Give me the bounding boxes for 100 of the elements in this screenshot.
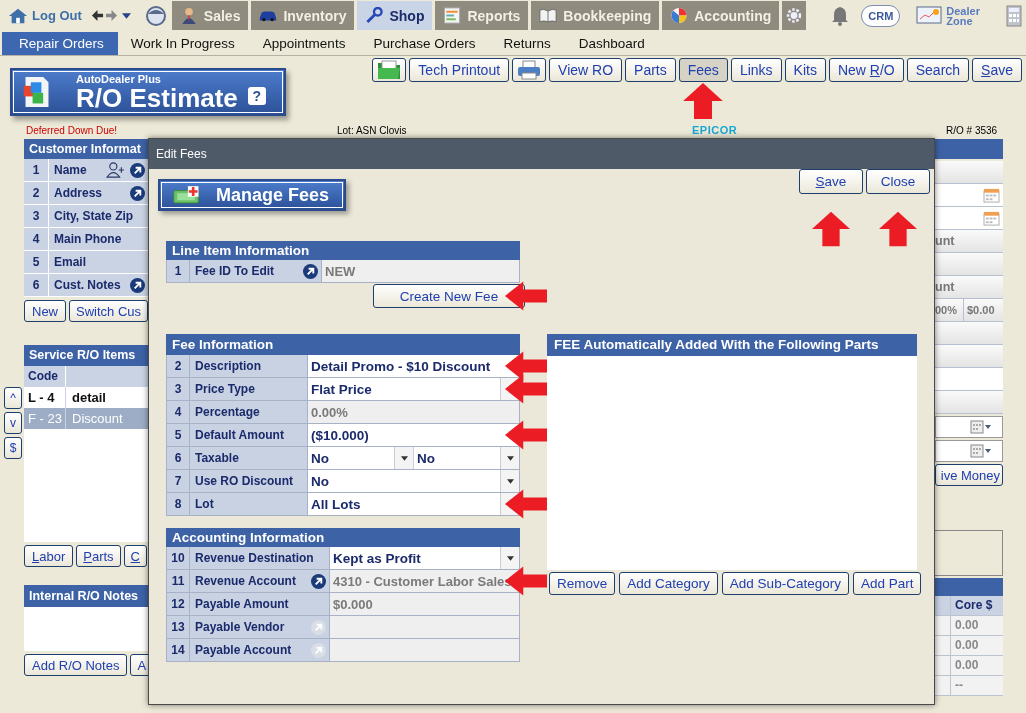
form-row [935,391,1003,414]
dialog-heading: Manage Fees [216,184,330,206]
settings-button[interactable] [782,1,807,30]
date-picker-field[interactable] [935,416,1003,438]
folder-icon [377,60,402,80]
book-icon [539,7,558,24]
side-button[interactable]: ^ [4,387,22,409]
section-header [935,139,1003,159]
ro-number: R/O # 3536 [946,124,999,136]
action-button[interactable]: ive Money [935,464,1003,486]
item-description: Discount [71,410,123,428]
section-header: Internal R/O Notes [24,585,148,607]
help-button[interactable]: ? [247,87,266,105]
row-number: 5 [24,251,49,273]
toolbar-button[interactable]: View RO [549,58,623,82]
row-number: 4 [24,228,49,250]
date-picker-field[interactable] [935,440,1003,462]
create-fee-button[interactable]: Create New Fee [373,284,525,308]
subnav-tab[interactable]: Purchase Orders [359,32,490,55]
alert-text: Deferred Down Due! [26,124,119,136]
lookup-icon[interactable] [130,185,145,201]
toolbar-button[interactable]: Links [730,58,782,82]
action-button[interactable]: Labor [24,545,74,567]
logout-link[interactable]: Log Out [32,8,82,23]
section-header: Fee Information [166,334,520,355]
table-cell-text: -- [954,677,963,694]
column-header: Core $ [954,597,993,614]
calculator-icon[interactable] [1006,4,1023,27]
table-cell-text: 0.00 [954,637,979,654]
field-label: unt [935,234,955,248]
bell-icon[interactable] [831,5,850,26]
subnav-tab[interactable]: Work In Progress [117,32,249,55]
money-plus-icon [172,185,202,205]
toolbar-button[interactable] [512,58,547,82]
gear-icon [785,7,804,24]
action-button[interactable]: Add R/O Notes [24,654,128,676]
lookup-icon[interactable] [130,277,145,293]
nav-tab[interactable]: Shop [357,1,433,30]
subnav-tab[interactable]: Repair Orders [2,32,118,55]
dialog-title: Edit Fees [156,147,207,161]
action-button[interactable]: A [130,654,148,676]
printer-icon [517,60,542,80]
lookup-icon[interactable] [130,162,145,178]
row-number: 2 [24,182,49,204]
calendar-dropdown-icon [970,444,992,458]
subnav-tab[interactable]: Appointments [248,32,360,55]
dialog-button[interactable]: Save [799,169,863,194]
section-header: FEE Automatically Added With the Following Parts [547,334,917,356]
action-button[interactable]: Add Sub-Category [721,572,849,595]
dropdown-caret-icon[interactable] [121,11,131,20]
field-label: unt [935,280,955,294]
toolbar-button[interactable]: Search [906,58,970,82]
dashboard-monitor-icon[interactable] [916,5,943,26]
field-label: Email [53,255,87,269]
toolbar-button[interactable]: Kits [784,58,826,82]
item-description: detail [71,389,106,407]
lot-label: Lot: ASN Clovis [337,124,408,136]
field-label: City, State Zip [53,209,135,223]
toolbar-button[interactable] [372,58,407,82]
item-code: F - 23 [24,408,66,429]
section-header: Line Item Information [166,241,520,260]
toolbar-button[interactable]: New R/O [828,58,904,82]
row-number: 6 [24,274,49,296]
row-number: 3 [24,205,49,227]
column-header: Code [24,366,66,387]
action-button[interactable]: New [24,300,66,322]
form-row [935,368,1003,391]
calendar-dropdown-icon [970,420,992,434]
section-header: Service R/O Items [24,345,148,366]
report-chart-icon [443,7,462,24]
pie-chart-icon [670,7,689,24]
side-button[interactable]: v [4,412,22,434]
row-number: 1 [24,159,49,181]
side-button[interactable]: $ [4,437,22,459]
field-label: Cust. Notes [53,278,122,292]
section-header: Customer Informat [24,139,148,159]
dialog-button[interactable]: Close [866,169,930,194]
field-value: $0.00 [966,304,995,316]
subnav-tab[interactable]: Returns [489,32,565,55]
user-avatar-icon[interactable] [144,4,167,27]
action-button[interactable]: Remove [549,572,616,595]
action-button[interactable]: Add Part [852,572,922,595]
subnav-tab[interactable]: Dashboard [564,32,659,55]
vendor-logo: EPICOR [692,124,739,136]
home-icon[interactable] [8,6,28,25]
toolbar-button[interactable]: Fees [678,58,728,82]
crm-button[interactable]: CRM [861,4,901,27]
toolbar-button[interactable]: Parts [625,58,676,82]
form-row [935,345,1003,368]
action-button[interactable]: Switch Cus [69,300,148,322]
add-person-icon[interactable] [106,162,126,178]
table-cell-text: 0.00 [954,617,979,634]
toolbar-button[interactable]: Tech Printout [409,58,510,82]
field-label: Main Phone [53,232,123,246]
toolbar-button[interactable]: Save [972,58,1022,82]
action-button[interactable]: C [123,545,147,567]
field-label: Address [53,186,104,200]
action-button[interactable]: Add Category [619,572,718,595]
back-arrow-icon[interactable] [90,9,104,22]
action-button[interactable]: Parts [76,545,121,567]
